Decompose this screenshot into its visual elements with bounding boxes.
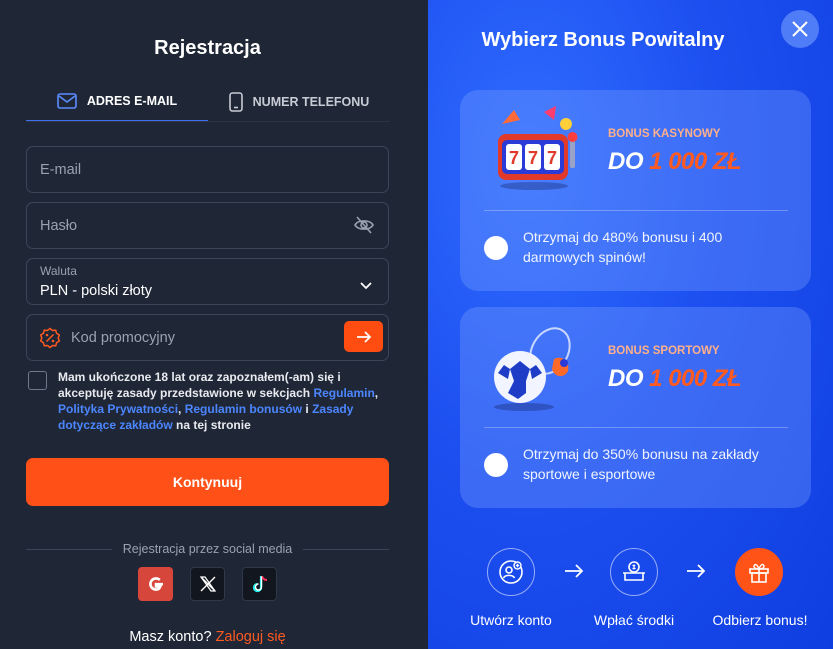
close-icon (792, 21, 808, 37)
continue-button[interactable]: Kontynuuj (26, 458, 389, 506)
bonus-description: Otrzymaj do 350% bonusu na zakłady sport… (523, 446, 759, 482)
tiktok-icon (252, 575, 267, 593)
x-icon (199, 576, 216, 592)
login-prompt: Masz konto? Zaloguj się (0, 629, 415, 645)
promo-code-field[interactable]: Kod promocyjny (26, 314, 389, 361)
gift-icon (749, 563, 769, 583)
google-icon (148, 577, 163, 591)
sports-ball-art (484, 321, 584, 413)
registration-panel: Rejestracja ADRES E-MAIL NUMER TELEFONU … (0, 0, 428, 649)
bonus-terms-link[interactable]: Regulamin bonusów (185, 402, 302, 416)
currency-value: PLN - polski złoty (40, 283, 153, 299)
bonus-panel: Wybierz Bonus Powitalny 7 7 7 BONUS KASY… (428, 0, 833, 649)
email-field[interactable]: E-mail (26, 146, 389, 193)
bonus-description: Otrzymaj do 480% bonusu i 400 darmowych … (523, 229, 723, 265)
password-placeholder: Hasło (40, 218, 78, 234)
currency-label: Waluta (40, 264, 77, 278)
divider (26, 549, 112, 550)
terms-separator: , (178, 402, 185, 416)
currency-select[interactable]: Waluta PLN - polski złoty (26, 258, 389, 305)
bonus-amount-value: 1 000 ZŁ (649, 148, 742, 175)
social-signup-title: Rejestracja przez social media (122, 542, 293, 556)
bonus-amount-value: 1 000 ZŁ (649, 365, 742, 392)
terms-text-part: Mam ukończone 18 lat oraz zapoznałem(-am… (58, 370, 341, 400)
registration-title: Rejestracja (154, 37, 261, 59)
step-deposit (610, 548, 658, 596)
slot-machine-art: 7 7 7 (484, 104, 584, 196)
sports-bonus-card[interactable]: BONUS SPORTOWY DO 1 000 ZŁ Otrzymaj do 3… (460, 307, 811, 508)
step-label: Odbierz bonus! (712, 612, 808, 628)
bonus-amount-prefix: DO (608, 148, 644, 175)
terms-link[interactable]: Regulamin (313, 386, 374, 400)
x-signup-button[interactable] (190, 567, 225, 601)
bonus-amount-prefix: DO (608, 365, 644, 392)
discount-badge-icon (39, 327, 61, 354)
divider (303, 549, 389, 550)
casino-bonus-radio[interactable] (484, 236, 508, 260)
tab-phone[interactable]: NUMER TELEFONU (208, 82, 390, 122)
svg-text:7: 7 (528, 148, 538, 168)
bonus-amount: DO 1 000 ZŁ (608, 148, 742, 176)
password-field[interactable]: Hasło (26, 202, 389, 249)
promo-code-placeholder: Kod promocyjny (71, 330, 175, 346)
card-divider (484, 210, 788, 211)
bonus-title: Wybierz Bonus Powitalny (481, 29, 725, 51)
step-label: Utwórz konto (470, 612, 552, 628)
terms-text-part: na tej stronie (172, 418, 251, 432)
bonus-category: BONUS SPORTOWY (608, 345, 720, 357)
deposit-icon (623, 561, 645, 581)
step-claim-bonus (735, 548, 783, 596)
arrow-right-icon (356, 330, 371, 343)
card-divider (484, 427, 788, 428)
bonus-category: BONUS KASYNOWY (608, 128, 721, 140)
tiktok-signup-button[interactable] (242, 567, 277, 601)
terms-separator: i (302, 402, 313, 416)
terms-checkbox[interactable] (28, 371, 47, 390)
registration-tabs: ADRES E-MAIL NUMER TELEFONU (26, 82, 390, 122)
email-placeholder: E-mail (40, 162, 82, 178)
terms-separator: , (374, 386, 379, 400)
chevron-down-icon (360, 277, 372, 295)
tab-phone-label: NUMER TELEFONU (252, 95, 370, 109)
svg-text:7: 7 (547, 148, 557, 168)
tab-email[interactable]: ADRES E-MAIL (26, 82, 208, 122)
arrow-right-icon (686, 563, 706, 584)
mail-icon (57, 93, 77, 109)
tab-email-label: ADRES E-MAIL (86, 94, 178, 108)
eye-off-icon[interactable] (354, 216, 374, 239)
close-button[interactable] (781, 10, 819, 48)
phone-icon (228, 92, 243, 112)
terms-text: Mam ukończone 18 lat oraz zapoznałem(-am… (58, 369, 390, 433)
add-user-icon (499, 560, 523, 584)
bonus-amount: DO 1 000 ZŁ (608, 365, 742, 393)
tabs-divider (26, 121, 390, 122)
apply-promo-button[interactable] (344, 321, 383, 352)
svg-text:7: 7 (509, 148, 519, 168)
privacy-policy-link[interactable]: Polityka Prywatności (58, 402, 178, 416)
casino-bonus-card[interactable]: 7 7 7 BONUS KASYNOWY DO 1 000 ZŁ Otrzyma… (460, 90, 811, 291)
arrow-right-icon (564, 563, 584, 584)
login-prompt-text: Masz konto? (129, 629, 212, 645)
sports-bonus-radio[interactable] (484, 453, 508, 477)
step-label: Wpłać środki (593, 612, 675, 628)
google-signup-button[interactable] (138, 567, 173, 601)
login-link[interactable]: Zaloguj się (216, 629, 286, 645)
step-create-account (487, 548, 535, 596)
